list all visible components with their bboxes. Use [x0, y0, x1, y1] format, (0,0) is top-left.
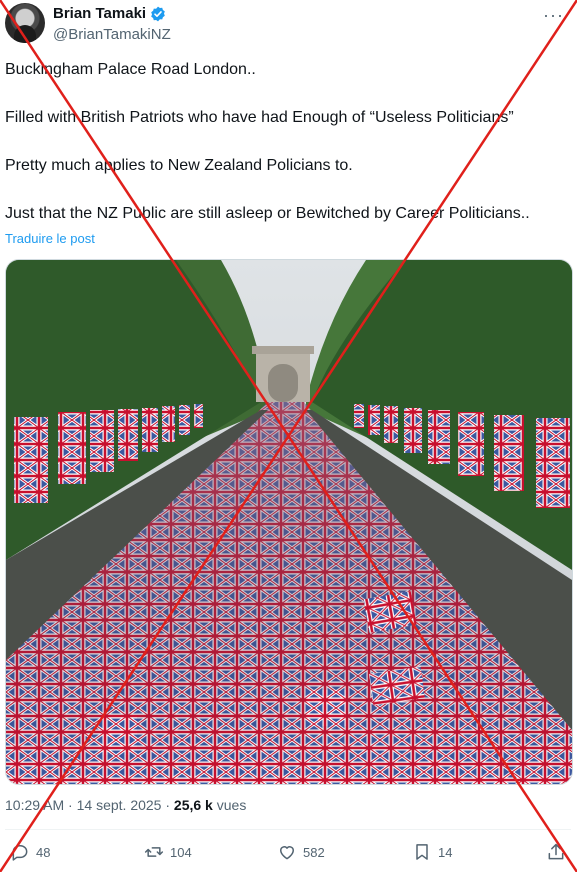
tweet-photo[interactable] — [5, 259, 573, 785]
like-count: 582 — [303, 844, 325, 860]
divider — [5, 829, 571, 830]
tweet-line: Pretty much applies to New Zealand Polic… — [5, 157, 353, 174]
bookmark-button[interactable]: 14 — [412, 842, 452, 862]
share-icon — [548, 843, 564, 860]
repost-button[interactable]: 104 — [144, 842, 192, 862]
reply-count: 48 — [36, 844, 51, 860]
bookmark-icon — [416, 844, 428, 860]
author-handle[interactable]: @BrianTamakiNZ — [53, 26, 171, 43]
repost-count: 104 — [170, 844, 192, 860]
action-bar: 48 104 582 14 — [0, 842, 577, 868]
tweet-time[interactable]: 10:29 AM — [5, 797, 64, 813]
translate-link[interactable]: Traduire le post — [5, 231, 95, 246]
reply-button[interactable]: 48 — [10, 842, 50, 862]
views-count: 25,6 k — [173, 797, 213, 813]
crowd-photo-illustration — [6, 260, 572, 784]
verified-badge-icon — [150, 6, 166, 22]
tweet-line: Buckingham Palace Road London.. — [5, 61, 256, 78]
avatar[interactable] — [5, 3, 45, 43]
share-button[interactable] — [546, 842, 566, 862]
tweet-line: Just that the NZ Public are still asleep… — [5, 205, 530, 222]
like-icon — [280, 846, 294, 860]
tweet-meta: 10:29 AM · 14 sept. 2025 · 25,6 k vues — [5, 797, 246, 813]
like-button[interactable]: 582 — [277, 842, 325, 862]
views-label: vues — [216, 797, 247, 813]
tweet-date[interactable]: 14 sept. 2025 — [77, 797, 162, 813]
author-name-line: Brian Tamaki — [53, 5, 166, 22]
tweet-text: Buckingham Palace Road London.. Filled w… — [5, 58, 570, 250]
author-display-name[interactable]: Brian Tamaki — [53, 5, 146, 22]
repost-icon — [144, 847, 164, 857]
more-icon[interactable]: ··· — [543, 5, 564, 26]
tweet-header: Brian Tamaki @BrianTamakiNZ ··· — [5, 3, 572, 45]
bookmark-count: 14 — [438, 844, 453, 860]
meta-separator: · — [68, 797, 77, 813]
meta-separator: · — [165, 797, 174, 813]
tweet-line: Filled with British Patriots who have ha… — [5, 109, 514, 126]
reply-icon — [12, 845, 28, 861]
